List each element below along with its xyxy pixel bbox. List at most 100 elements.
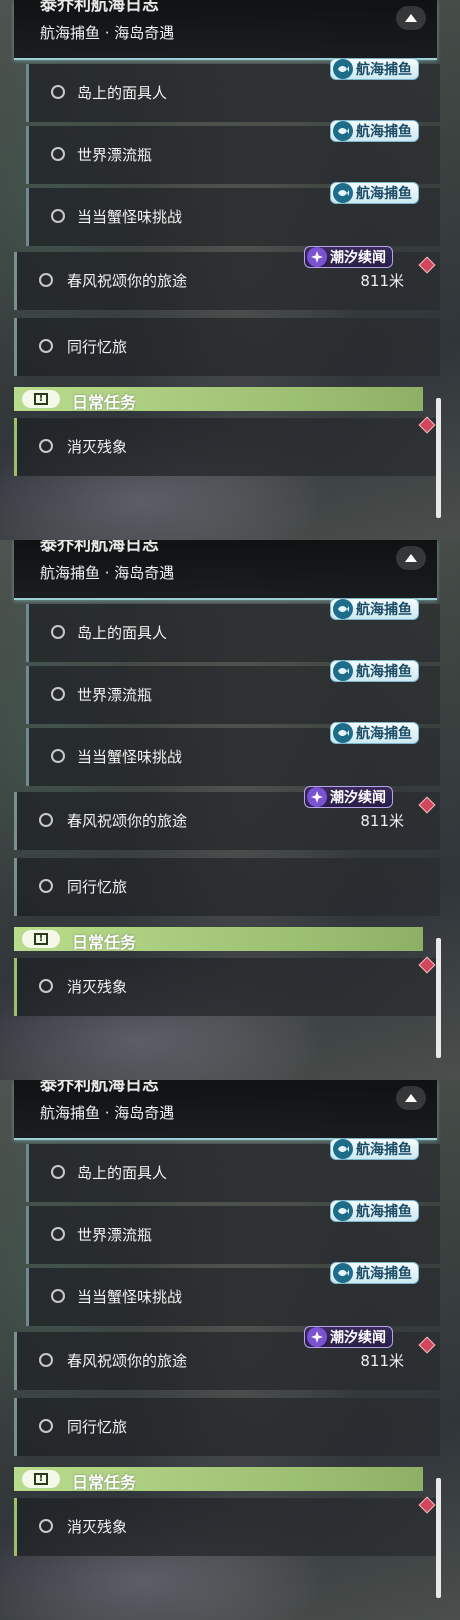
quest-label: 春风祝颂你的旅途 — [67, 812, 188, 830]
chevron-up-icon — [405, 1094, 417, 1102]
star-swirl-icon — [307, 247, 327, 267]
fish-icon — [333, 183, 353, 203]
quest-label: 岛上的面具人 — [77, 624, 168, 642]
fishing-tag: 航海捕鱼 — [330, 1200, 419, 1222]
quest-tracker-panel: 泰乔利航海日志 航海捕鱼 · 海岛奇遇 岛上的面具人 航海捕鱼 世界漂流瓶 航海… — [0, 0, 460, 540]
quest-header[interactable]: 泰乔利航海日志 航海捕鱼 · 海岛奇遇 — [14, 1080, 437, 1140]
star-swirl-icon — [307, 787, 327, 807]
quest-label: 消灭残象 — [67, 978, 128, 996]
daily-quests-title: 日常任务 — [72, 1473, 137, 1492]
quest-label: 岛上的面具人 — [77, 84, 168, 102]
quest-status-circle-icon — [51, 1289, 65, 1303]
quest-status-circle-icon — [51, 1227, 65, 1241]
fishing-tag: 航海捕鱼 — [330, 660, 419, 682]
tide-tag: 潮汐续闻 — [304, 1326, 393, 1348]
fishing-tag-label: 航海捕鱼 — [356, 1266, 412, 1282]
quest-chain-title: 泰乔利航海日志 — [40, 0, 159, 15]
daily-quests-title: 日常任务 — [72, 393, 137, 412]
quest-header[interactable]: 泰乔利航海日志 航海捕鱼 · 海岛奇遇 — [14, 540, 437, 600]
daily-quest-item[interactable]: 消灭残象 — [14, 418, 440, 476]
fishing-tag-label: 航海捕鱼 — [356, 1204, 412, 1220]
quest-label: 当当蟹怪味挑战 — [77, 748, 183, 766]
fishing-tag-label: 航海捕鱼 — [356, 602, 412, 618]
quest-status-circle-icon — [39, 979, 53, 993]
fishing-tag: 航海捕鱼 — [330, 120, 419, 142]
quest-label: 世界漂流瓶 — [77, 146, 153, 164]
quest-label: 当当蟹怪味挑战 — [77, 208, 183, 226]
quest-chain-subtitle: 航海捕鱼 · 海岛奇遇 — [40, 1104, 175, 1122]
fishing-tag: 航海捕鱼 — [330, 1138, 419, 1160]
daily-quest-icon: ! — [22, 1470, 60, 1488]
daily-quest-item[interactable]: 消灭残象 — [14, 958, 440, 1016]
fish-icon — [333, 1139, 353, 1159]
daily-quest-item[interactable]: 消灭残象 — [14, 1498, 440, 1556]
quest-status-circle-icon — [51, 147, 65, 161]
fish-icon — [333, 121, 353, 141]
scrollbar-thumb[interactable] — [436, 1478, 441, 1598]
quest-status-circle-icon — [39, 1353, 53, 1367]
quest-item[interactable]: 同行忆旅 — [14, 858, 440, 916]
quest-label: 春风祝颂你的旅途 — [67, 1352, 188, 1370]
fish-icon — [333, 661, 353, 681]
daily-quest-icon: ! — [22, 930, 60, 948]
quest-chain-subtitle: 航海捕鱼 · 海岛奇遇 — [40, 24, 175, 42]
quest-header[interactable]: 泰乔利航海日志 航海捕鱼 · 海岛奇遇 — [14, 0, 437, 60]
collapse-button[interactable] — [396, 6, 426, 30]
quest-distance: 811米 — [360, 812, 404, 830]
quest-label: 同行忆旅 — [67, 338, 128, 356]
collapse-button[interactable] — [396, 1086, 426, 1110]
fish-icon — [333, 1201, 353, 1221]
fish-icon — [333, 599, 353, 619]
quest-status-circle-icon — [51, 209, 65, 223]
quest-status-circle-icon — [39, 1519, 53, 1533]
fishing-tag-label: 航海捕鱼 — [356, 726, 412, 742]
quest-item[interactable]: 同行忆旅 — [14, 318, 440, 376]
quest-distance: 811米 — [360, 1352, 404, 1370]
fishing-tag: 航海捕鱼 — [330, 182, 419, 204]
quest-tracker-panel: 泰乔利航海日志 航海捕鱼 · 海岛奇遇 岛上的面具人 航海捕鱼 世界漂流瓶 航海… — [0, 1080, 460, 1620]
fishing-tag: 航海捕鱼 — [330, 1262, 419, 1284]
tide-tag-label: 潮汐续闻 — [330, 1330, 386, 1346]
quest-status-circle-icon — [39, 879, 53, 893]
tide-tag: 潮汐续闻 — [304, 246, 393, 268]
quest-status-circle-icon — [51, 85, 65, 99]
quest-status-circle-icon — [51, 1165, 65, 1179]
daily-quest-icon: ! — [22, 390, 60, 408]
scrollbar-thumb[interactable] — [436, 938, 441, 1058]
fishing-tag-label: 航海捕鱼 — [356, 124, 412, 140]
fishing-tag-label: 航海捕鱼 — [356, 1142, 412, 1158]
fishing-tag: 航海捕鱼 — [330, 598, 419, 620]
quest-status-circle-icon — [39, 273, 53, 287]
daily-quests-header[interactable]: ! 日常任务 — [14, 387, 423, 412]
quest-status-circle-icon — [39, 439, 53, 453]
fishing-tag-label: 航海捕鱼 — [356, 664, 412, 680]
fish-icon — [333, 59, 353, 79]
star-swirl-icon — [307, 1327, 327, 1347]
quest-item[interactable]: 同行忆旅 — [14, 1398, 440, 1456]
quest-chain-subtitle: 航海捕鱼 · 海岛奇遇 — [40, 564, 175, 582]
quest-chain-title: 泰乔利航海日志 — [40, 540, 159, 555]
daily-quests-header[interactable]: ! 日常任务 — [14, 1467, 423, 1492]
fishing-tag: 航海捕鱼 — [330, 58, 419, 80]
fish-icon — [333, 1263, 353, 1283]
daily-quests-title: 日常任务 — [72, 933, 137, 952]
daily-quests-header[interactable]: ! 日常任务 — [14, 927, 423, 952]
scrollbar-thumb[interactable] — [436, 398, 441, 518]
quest-status-circle-icon — [39, 339, 53, 353]
tide-tag-label: 潮汐续闻 — [330, 250, 386, 266]
collapse-button[interactable] — [396, 546, 426, 570]
quest-chain-title: 泰乔利航海日志 — [40, 1080, 159, 1095]
quest-label: 同行忆旅 — [67, 878, 128, 896]
quest-status-circle-icon — [51, 625, 65, 639]
quest-label: 世界漂流瓶 — [77, 686, 153, 704]
tide-tag-label: 潮汐续闻 — [330, 790, 386, 806]
quest-label: 岛上的面具人 — [77, 1164, 168, 1182]
quest-label: 消灭残象 — [67, 1518, 128, 1536]
quest-status-circle-icon — [51, 749, 65, 763]
fish-icon — [333, 723, 353, 743]
quest-label: 同行忆旅 — [67, 1418, 128, 1436]
quest-status-circle-icon — [51, 687, 65, 701]
fishing-tag-label: 航海捕鱼 — [356, 186, 412, 202]
quest-tracker-panel: 泰乔利航海日志 航海捕鱼 · 海岛奇遇 岛上的面具人 航海捕鱼 世界漂流瓶 航海… — [0, 540, 460, 1080]
fishing-tag-label: 航海捕鱼 — [356, 62, 412, 78]
